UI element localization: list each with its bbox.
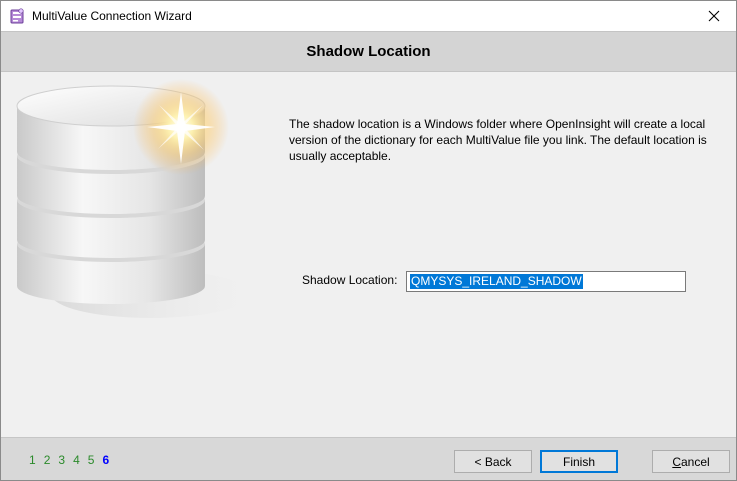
step-3[interactable]: 3 [58, 453, 65, 467]
shadow-location-input[interactable]: QMYSYS_IRELAND_SHADOW [406, 271, 686, 292]
title-bar: MultiValue Connection Wizard [1, 1, 736, 31]
window-title: MultiValue Connection Wizard [32, 9, 192, 23]
cancel-button-label: Cancel [672, 454, 710, 469]
step-5[interactable]: 5 [88, 453, 95, 467]
close-icon [708, 10, 720, 22]
wizard-app-icon [10, 8, 24, 24]
back-button-label: < Back [474, 454, 512, 469]
shadow-location-value: QMYSYS_IRELAND_SHADOW [410, 274, 583, 289]
database-icon [16, 79, 251, 318]
shadow-location-description: The shadow location is a Windows folder … [289, 117, 707, 163]
step-2[interactable]: 2 [44, 453, 51, 467]
shadow-location-label: Shadow Location: [302, 273, 398, 287]
step-indicator: 1 2 3 4 5 6 [29, 453, 109, 467]
wizard-window: MultiValue Connection Wizard Shadow Loca… [0, 0, 737, 481]
finish-button-label: Finish [562, 454, 595, 469]
step-4[interactable]: 4 [73, 453, 80, 467]
step-1[interactable]: 1 [29, 453, 36, 467]
page-title: Shadow Location [306, 43, 431, 60]
back-button[interactable]: < Back [454, 450, 532, 473]
step-6-current[interactable]: 6 [102, 453, 109, 467]
cancel-button[interactable]: Cancel [652, 450, 730, 473]
close-button[interactable] [692, 1, 736, 31]
page-header: Shadow Location [1, 31, 736, 72]
wizard-content: The shadow location is a Windows folder … [1, 72, 736, 437]
finish-button[interactable]: Finish [540, 450, 618, 473]
wizard-footer: 1 2 3 4 5 6 < Back Finish Cancel [1, 437, 736, 480]
